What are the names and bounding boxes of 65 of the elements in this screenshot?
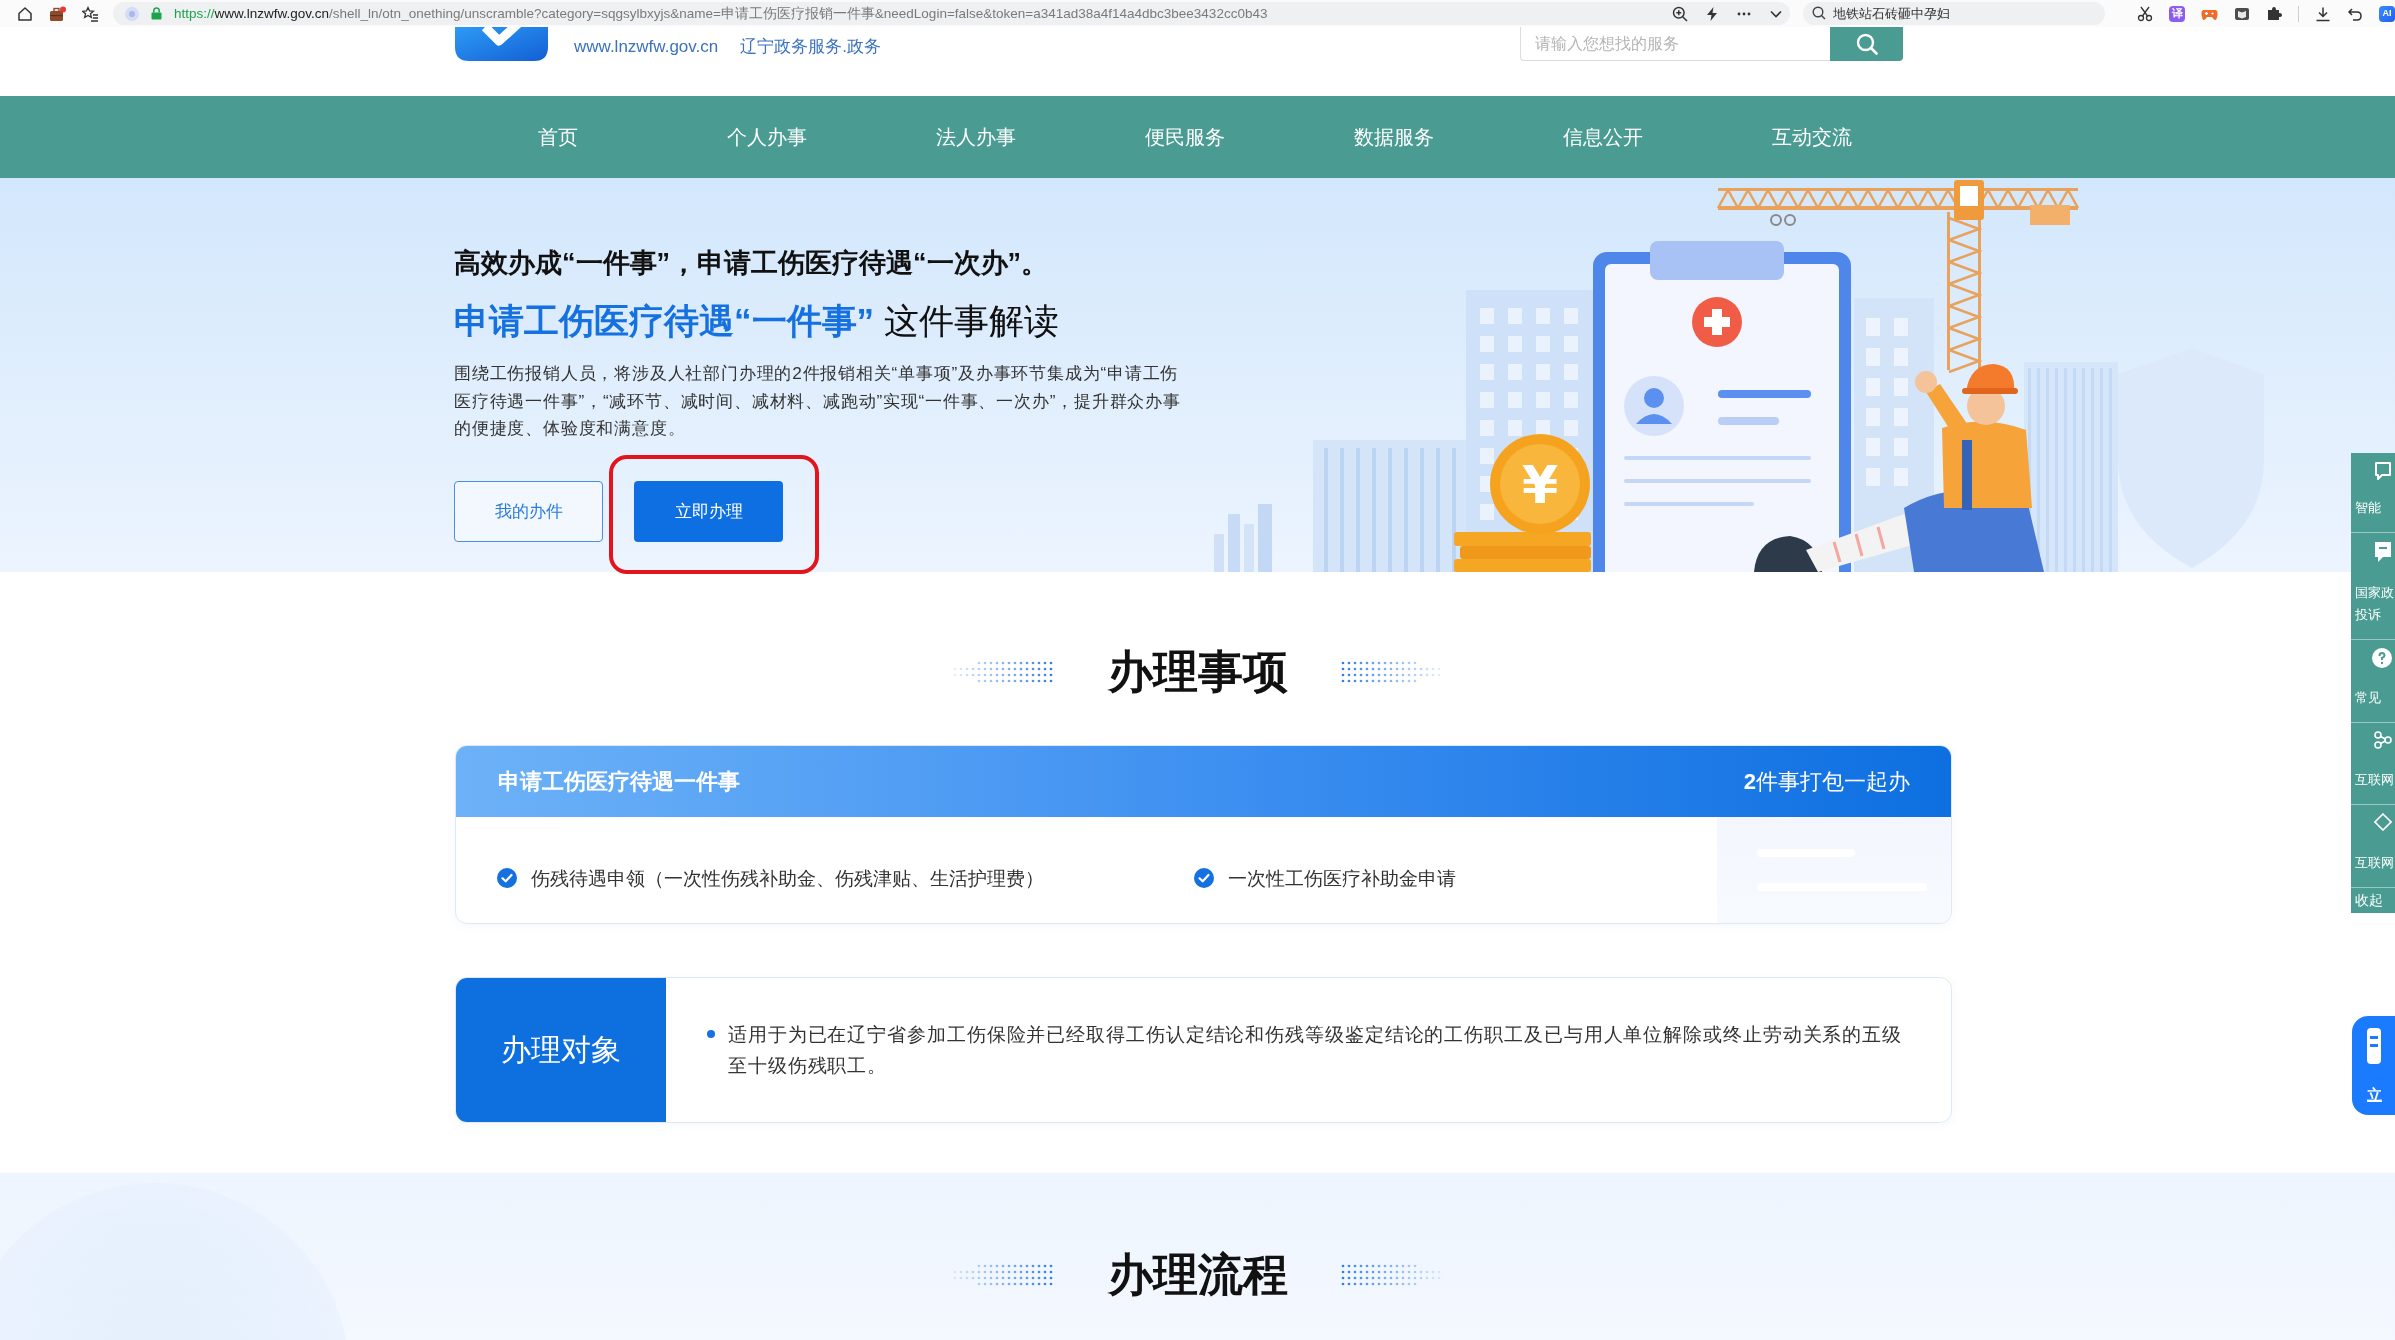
search-field[interactable]: 请输入您想找的服务: [1520, 27, 1830, 61]
section-title: 办理事项: [1107, 645, 1288, 699]
side-menu-item[interactable]: 互联网: [2351, 723, 2395, 805]
message-icon: [2374, 541, 2392, 563]
apply-now-button[interactable]: 立即办理: [634, 480, 783, 542]
nav-item[interactable]: 信息公开: [1498, 96, 1707, 178]
url-text[interactable]: https://www.lnzwfw.gov.cn/shell_ln/otn_onething/unscramble?category=sqgsylbxyjs&name=申请工伤医疗报销一件事&needLogin=false&token=a341ad38a4f14a4dbc3bee3432cc0b43: [174, 4, 1660, 23]
nav-item[interactable]: 首页: [453, 96, 662, 178]
side-menu-item[interactable]: 互联网: [2351, 805, 2395, 888]
book-icon[interactable]: [2234, 5, 2250, 22]
hero-description: 围绕工伤报销人员，将涉及人社部门办理的2件报销相关“单事项”及办事环节集成为“申请工伤医疗待遇一件事”，“减环节、减时间、减材料、减跑动”实现“一件事、一次办”，提升群众办事的便捷度、体验度和满意度。: [454, 362, 1182, 440]
check-circle-icon: [497, 868, 517, 888]
site-slogan: 辽宁政务服务.政务: [740, 37, 881, 57]
apply-float-button[interactable]: 立: [2352, 1016, 2395, 1115]
address-bar[interactable]: https://www.lnzwfw.gov.cn/shell_ln/otn_onething/unscramble?category=sqgsylbxyjs&name=申请工伤医疗报销一件事&needLogin=false&token=a341ad38a4f14a4dbc3bee3432cc0b43: [113, 2, 1790, 25]
translate-button[interactable]: 译: [2169, 5, 2185, 22]
briefcase-icon[interactable]: [49, 5, 66, 22]
matter-item: 一次性工伤医疗补助金申请: [1228, 866, 1456, 891]
side-menu-item[interactable]: 国家政 投诉: [2351, 533, 2395, 640]
nav-item[interactable]: 数据服务: [1289, 96, 1498, 178]
hero-headline: 高效办成“一件事”，申请工伤医疗待遇“一次办”。: [454, 247, 1048, 280]
help-icon: [2372, 648, 2392, 668]
lock-icon: [151, 7, 162, 20]
lightning-icon[interactable]: [1704, 5, 1720, 22]
bookmark-list-icon[interactable]: [82, 5, 99, 22]
package-summary: 2件事打包一起办: [1743, 767, 1910, 796]
phone-icon: [2367, 1028, 2381, 1064]
boot-drawing: [1754, 536, 1822, 572]
yuan-sign: ¥: [1521, 455, 1559, 515]
nodes-icon: [2374, 731, 2392, 749]
package-title: 申请工伤医疗待遇一件事: [498, 767, 740, 796]
site-info-icon: [125, 6, 139, 21]
side-menu-item[interactable]: 常见: [2351, 640, 2395, 723]
search-button[interactable]: [1830, 27, 1903, 61]
browser-search-field[interactable]: 地铁站石砖砸中孕妇: [1803, 2, 2105, 25]
search-icon: [1855, 33, 1878, 55]
collapse-button[interactable]: 收起: [2351, 888, 2395, 913]
zoom-in-icon[interactable]: [1672, 5, 1688, 22]
tower-drawing: [1214, 534, 1224, 572]
nav-item[interactable]: 法人办事: [871, 96, 1080, 178]
search-icon: [1812, 6, 1826, 20]
side-menu-item[interactable]: 智能: [2351, 453, 2395, 533]
tower-drawing: [1244, 524, 1254, 572]
nav-item[interactable]: 互动交流: [1707, 96, 1916, 178]
ai-assistant-button[interactable]: AI: [2379, 5, 2395, 22]
tower-drawing: [1258, 504, 1272, 572]
puzzle-icon[interactable]: [2266, 5, 2282, 22]
site-url: www.lnzwfw.gov.cn: [574, 37, 719, 57]
target-label: 办理对象: [456, 978, 666, 1122]
bullet-icon: [707, 1030, 715, 1038]
diamond-icon: [2374, 813, 2392, 831]
hero-title: 申请工伤医疗待遇“一件事” 这件事解读: [454, 300, 1059, 342]
scissors-icon[interactable]: [2137, 5, 2153, 22]
undo-icon[interactable]: [2347, 5, 2363, 22]
target-text: 适用于为已在辽宁省参加工伤保险并已经取得工伤认定结论和伤残等级鉴定结论的工伤职工及已与用人单位解除或终止劳动关系的五级至十级伤残职工。: [728, 1023, 1904, 1078]
nav-item[interactable]: 便民服务: [1080, 96, 1289, 178]
home-icon[interactable]: [17, 5, 33, 22]
chat-icon: [2374, 461, 2392, 481]
nav-item[interactable]: 个人办事: [662, 96, 871, 178]
check-circle-icon: [1194, 868, 1214, 888]
section-title: 办理流程: [1107, 1248, 1288, 1302]
download-icon[interactable]: [2315, 5, 2331, 22]
tower-drawing: [1228, 514, 1240, 572]
matter-item: 伤残待遇申领（一次性伤残补助金、伤残津贴、生活护理费）: [531, 866, 1044, 891]
my-cases-button[interactable]: 我的办件: [454, 480, 603, 542]
